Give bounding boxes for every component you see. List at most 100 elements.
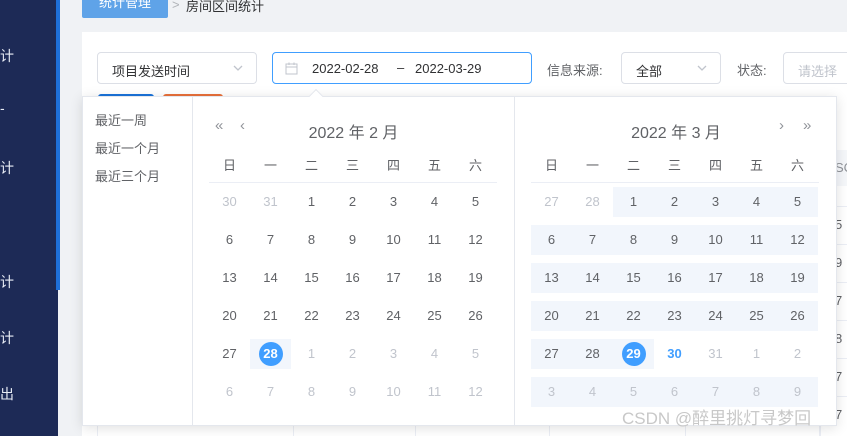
calendar-day[interactable]: 5: [777, 187, 818, 217]
sidebar-item-6[interactable]: 出: [0, 384, 16, 404]
calendar-day[interactable]: 7: [250, 225, 291, 255]
calendar-day[interactable]: 14: [250, 263, 291, 293]
calendar-day[interactable]: 20: [209, 301, 250, 331]
calendar-day[interactable]: 16: [654, 263, 695, 293]
calendar-day[interactable]: 1: [736, 339, 777, 369]
calendar-day[interactable]: 12: [777, 225, 818, 255]
calendar-day[interactable]: 2: [777, 339, 818, 369]
calendar-day[interactable]: 27: [531, 339, 572, 369]
calendar-day[interactable]: 25: [736, 301, 777, 331]
calendar-day[interactable]: 8: [613, 225, 654, 255]
sidebar-item-3[interactable]: 计: [0, 158, 16, 178]
calendar-day[interactable]: 6: [531, 225, 572, 255]
calendar-day[interactable]: 19: [777, 263, 818, 293]
calendar-day[interactable]: 17: [373, 263, 414, 293]
calendar-day[interactable]: 27: [209, 339, 250, 369]
calendar-day[interactable]: 27: [531, 187, 572, 217]
calendar-day[interactable]: 1: [291, 339, 332, 369]
calendar-day[interactable]: 7: [572, 225, 613, 255]
calendar-day[interactable]: 21: [572, 301, 613, 331]
calendar-day[interactable]: 14: [572, 263, 613, 293]
calendar-day[interactable]: 23: [654, 301, 695, 331]
calendar-day[interactable]: 8: [291, 225, 332, 255]
sidebar-item-4[interactable]: 计: [0, 272, 16, 292]
calendar-day[interactable]: 31: [250, 187, 291, 217]
calendar-day[interactable]: 7: [695, 377, 736, 407]
calendar-day[interactable]: 9: [654, 225, 695, 255]
calendar-day[interactable]: 4: [414, 339, 455, 369]
calendar-day[interactable]: 13: [209, 263, 250, 293]
calendar-day[interactable]: 22: [291, 301, 332, 331]
calendar-day[interactable]: 4: [572, 377, 613, 407]
calendar-day[interactable]: 2: [654, 187, 695, 217]
shortcut-last-three-months[interactable]: 最近三个月: [95, 166, 160, 185]
calendar-day[interactable]: 19: [455, 263, 496, 293]
calendar-day[interactable]: 4: [414, 187, 455, 217]
calendar-day[interactable]: 18: [736, 263, 777, 293]
sidebar-item-5[interactable]: 计: [0, 328, 16, 348]
status-select[interactable]: 请选择: [783, 52, 847, 84]
calendar-day[interactable]: 1: [613, 187, 654, 217]
calendar-day[interactable]: 15: [613, 263, 654, 293]
calendar-day[interactable]: 11: [736, 225, 777, 255]
calendar-day[interactable]: 7: [250, 377, 291, 407]
calendar-day[interactable]: 3: [373, 187, 414, 217]
calendar-day[interactable]: 11: [414, 225, 455, 255]
calendar-day[interactable]: 30: [654, 339, 695, 369]
calendar-day[interactable]: 29: [613, 339, 654, 369]
calendar-day[interactable]: 6: [654, 377, 695, 407]
calendar-day[interactable]: 5: [455, 339, 496, 369]
calendar-day[interactable]: 9: [332, 377, 373, 407]
time-field-select[interactable]: 项目发送时间: [97, 52, 257, 84]
calendar-day[interactable]: 22: [613, 301, 654, 331]
calendar-day[interactable]: 2: [332, 339, 373, 369]
sidebar-item-1[interactable]: 计: [0, 46, 16, 66]
calendar-day[interactable]: 23: [332, 301, 373, 331]
calendar-day[interactable]: 21: [250, 301, 291, 331]
calendar-day[interactable]: 6: [209, 377, 250, 407]
calendar-day[interactable]: 16: [332, 263, 373, 293]
calendar-day[interactable]: 31: [695, 339, 736, 369]
calendar-day[interactable]: 1: [291, 187, 332, 217]
source-select[interactable]: 全部: [621, 52, 721, 84]
calendar-day[interactable]: 5: [613, 377, 654, 407]
date-range-input[interactable]: 2022-02-28 – 2022-03-29: [272, 52, 532, 84]
calendar-day[interactable]: 17: [695, 263, 736, 293]
calendar-day[interactable]: 26: [777, 301, 818, 331]
calendar-day[interactable]: 28: [572, 339, 613, 369]
calendar-day[interactable]: 28: [572, 187, 613, 217]
calendar-day[interactable]: 8: [736, 377, 777, 407]
calendar-day[interactable]: 30: [209, 187, 250, 217]
calendar-day[interactable]: 9: [777, 377, 818, 407]
range-end-value[interactable]: 2022-03-29: [415, 61, 482, 76]
calendar-day[interactable]: 12: [455, 377, 496, 407]
calendar-day[interactable]: 13: [531, 263, 572, 293]
calendar-day[interactable]: 20: [531, 301, 572, 331]
calendar-day[interactable]: 2: [332, 187, 373, 217]
calendar-day[interactable]: 4: [736, 187, 777, 217]
calendar-day[interactable]: 3: [531, 377, 572, 407]
calendar-day[interactable]: 28: [250, 339, 291, 369]
range-start-value[interactable]: 2022-02-28: [312, 61, 379, 76]
calendar-day[interactable]: 18: [414, 263, 455, 293]
calendar-day[interactable]: 24: [695, 301, 736, 331]
calendar-day[interactable]: 10: [373, 225, 414, 255]
calendar-day[interactable]: 10: [695, 225, 736, 255]
calendar-day[interactable]: 24: [373, 301, 414, 331]
shortcut-last-week[interactable]: 最近一周: [95, 110, 147, 129]
breadcrumb-section[interactable]: 统计管理: [82, 0, 168, 18]
calendar-day[interactable]: 3: [695, 187, 736, 217]
calendar-day[interactable]: 15: [291, 263, 332, 293]
calendar-day[interactable]: 5: [455, 187, 496, 217]
calendar-day[interactable]: 3: [373, 339, 414, 369]
calendar-day[interactable]: 12: [455, 225, 496, 255]
shortcut-last-month[interactable]: 最近一个月: [95, 138, 160, 157]
calendar-day[interactable]: 9: [332, 225, 373, 255]
calendar-day[interactable]: 6: [209, 225, 250, 255]
calendar-day[interactable]: 11: [414, 377, 455, 407]
calendar-day[interactable]: 10: [373, 377, 414, 407]
sidebar-item-2[interactable]: -: [0, 100, 16, 116]
calendar-day[interactable]: 25: [414, 301, 455, 331]
calendar-day[interactable]: 26: [455, 301, 496, 331]
calendar-day[interactable]: 8: [291, 377, 332, 407]
